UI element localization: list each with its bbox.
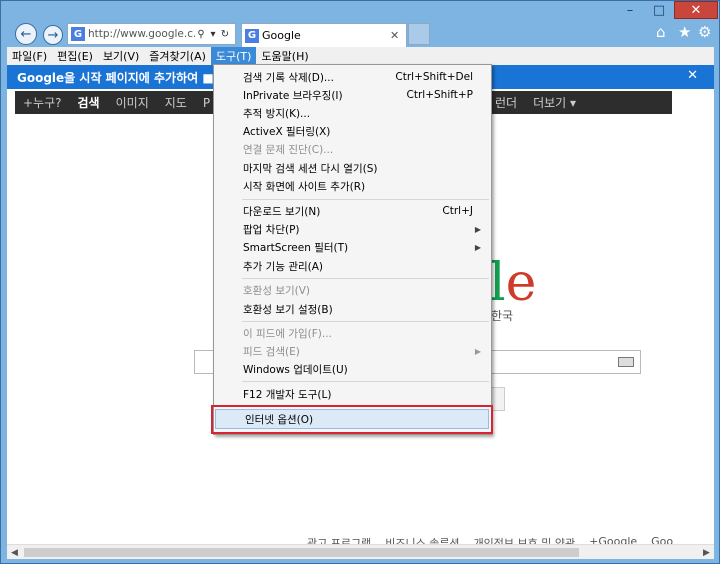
menu-separator [242,199,489,200]
menu-item-smartscreen[interactable]: SmartScreen 필터(T) ▶ [214,238,491,256]
tab-title: Google [262,29,301,42]
menu-item-label: 팝업 차단(P) [243,223,300,236]
submenu-arrow-icon: ▶ [474,224,481,234]
menu-item-shortcut: Ctrl+J [442,205,473,217]
menu-tools[interactable]: 도구(T) [210,47,257,65]
menu-item-reopen[interactable]: 마지막 검색 세션 다시 열기(S) [214,159,491,177]
menu-item-label: 시작 화면에 사이트 추가(R) [243,180,366,193]
menu-item-label: 마지막 검색 세션 다시 열기(S) [243,162,378,175]
menu-item-popup[interactable]: 팝업 차단(P) ▶ [214,220,491,238]
forward-arrow-icon: → [47,27,59,43]
menu-item-label: 추가 기능 관리(A) [243,260,324,273]
notification-text[interactable]: Google을 시작 페이지에 추가하여 ■ [17,69,214,86]
menu-item-subscribe-feed: 이 피드에 가입(F)... [214,324,491,342]
gbar-item-images[interactable]: 이미지 [108,94,157,111]
menu-item-downloads[interactable]: 다운로드 보기(N) Ctrl+J [214,202,491,220]
menu-item-shortcut: Ctrl+Shift+Del [395,71,473,83]
star-icon[interactable]: ★ [678,23,691,41]
menu-item-label: 호환성 보기 설정(B) [243,303,333,316]
google-favicon: G [245,28,259,43]
menu-item-activex[interactable]: ActiveX 필터링(X) [214,122,491,140]
gbar-item-calendar[interactable]: 런더 [487,94,525,111]
menu-item-label: 피드 검색(E) [243,345,300,358]
gbar-right: 런더 더보기 ▾ [487,91,584,114]
minimize-button[interactable]: – [616,1,644,19]
menu-item-diagnose: 연결 문제 진단(C)... [214,140,491,158]
search-icon[interactable]: ⚲ [195,29,207,40]
menu-item-label: ActiveX 필터링(X) [243,125,331,138]
gbar-item-maps[interactable]: 지도 [157,94,195,111]
menu-item-label: 추적 방지(K)... [243,107,311,120]
scroll-thumb[interactable] [24,548,579,557]
menu-item-label: 이 피드에 가입(F)... [243,327,332,340]
menu-item-label: F12 개발자 도구(L) [243,388,332,401]
highlight-box [211,405,493,434]
menu-item-f12-tools[interactable]: F12 개발자 도구(L) [214,385,491,403]
back-button[interactable]: ← [15,23,37,45]
menu-item-label: 호환성 보기(V) [243,284,311,297]
minimize-icon: – [626,2,634,18]
menu-item-delete-history[interactable]: 검색 기록 삭제(D)... Ctrl+Shift+Del [214,68,491,86]
gbar-item-search[interactable]: 검색 [70,94,108,111]
menu-item-label: SmartScreen 필터(T) [243,241,349,254]
address-bar[interactable]: G http://www.google.c... ⚲ ▾ ↻ [67,23,236,45]
tab-google[interactable]: G Google ✕ [241,23,407,47]
menu-item-shortcut: Ctrl+Shift+P [406,89,473,101]
close-icon[interactable]: ✕ [687,68,698,83]
menu-item-feed-search: 피드 검색(E) ▶ [214,342,491,360]
gbar-item-more[interactable]: 더보기 ▾ [525,94,584,111]
google-logo: le [489,253,536,313]
menu-item-compat-settings[interactable]: 호환성 보기 설정(B) [214,300,491,318]
scroll-right-icon[interactable]: ▶ [699,545,714,559]
browser-window: – □ ✕ ← → G http://www.google.c... ⚲ ▾ ↻… [0,0,720,564]
google-favicon: G [71,27,85,41]
gbar-item-plus[interactable]: +누구? [15,94,70,111]
menu-item-add-start[interactable]: 시작 화면에 사이트 추가(R) [214,177,491,195]
menu-separator [242,278,489,279]
address-input[interactable]: http://www.google.c... [88,28,195,40]
horizontal-scrollbar[interactable]: ◀ ▶ [7,544,714,559]
menu-view[interactable]: 보기(V) [98,47,144,65]
menu-item-label: 다운로드 보기(N) [243,205,321,218]
tab-close-icon[interactable]: ✕ [390,29,406,42]
home-icon[interactable]: ⌂ [656,23,666,41]
gear-icon[interactable]: ⚙ [698,23,711,41]
menu-item-inprivate[interactable]: InPrivate 브라우징(I) Ctrl+Shift+P [214,86,491,104]
menu-item-windows-update[interactable]: Windows 업데이트(U) [214,360,491,378]
close-window-button[interactable]: ✕ [674,1,718,19]
maximize-button[interactable]: □ [644,1,674,19]
scroll-left-icon[interactable]: ◀ [7,545,22,559]
close-icon: ✕ [690,2,702,18]
logo-subtitle: 한국 [491,309,514,323]
keyboard-icon[interactable] [618,357,634,367]
chevron-down-icon[interactable]: ▾ [207,29,219,40]
menu-separator [242,321,489,322]
new-tab-button[interactable] [408,23,430,45]
refresh-icon[interactable]: ↻ [219,29,231,40]
maximize-icon: □ [652,2,666,18]
menu-item-tracking[interactable]: 추적 방지(K)... [214,104,491,122]
menu-item-label: 검색 기록 삭제(D)... [243,71,334,84]
menu-bar: 파일(F) 편집(E) 보기(V) 즐겨찾기(A) 도구(T) 도움말(H) [7,47,714,65]
menu-favorites[interactable]: 즐겨찾기(A) [144,47,211,65]
menu-item-label: InPrivate 브라우징(I) [243,89,343,102]
menu-item-label: 연결 문제 진단(C)... [243,143,334,156]
submenu-arrow-icon: ▶ [474,346,481,356]
menu-file[interactable]: 파일(F) [7,47,52,65]
back-arrow-icon: ← [20,26,32,42]
menu-separator [242,381,489,382]
menu-item-addons[interactable]: 추가 기능 관리(A) [214,257,491,275]
logo-letter-e: e [505,253,537,313]
menu-item-compat-view: 호환성 보기(V) [214,281,491,299]
submenu-arrow-icon: ▶ [474,242,481,252]
forward-button[interactable]: → [43,25,63,45]
menu-item-label: Windows 업데이트(U) [243,363,348,376]
menu-help[interactable]: 도움말(H) [256,47,313,65]
tools-menu: 검색 기록 삭제(D)... Ctrl+Shift+Del InPrivate 브… [213,64,492,435]
menu-edit[interactable]: 편집(E) [52,47,98,65]
